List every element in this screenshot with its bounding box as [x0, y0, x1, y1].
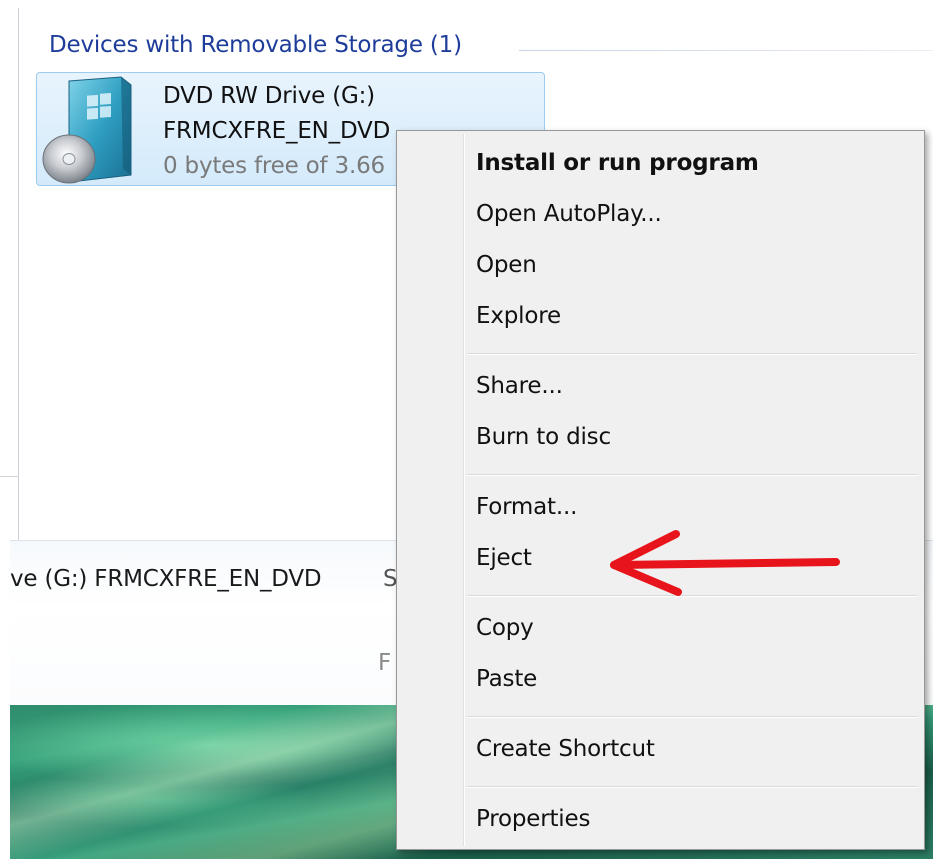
menu-separator — [467, 716, 917, 718]
menu-item-open[interactable]: Open — [476, 245, 906, 285]
menu-item-create-shortcut[interactable]: Create Shortcut — [476, 729, 906, 769]
screenshot-scene: Devices with Removable Storage (1) DVD R… — [0, 0, 933, 859]
menu-separator — [467, 353, 917, 355]
drive-free-space: 0 bytes free of 3.66 — [163, 153, 385, 179]
menu-item-burn-to-disc[interactable]: Burn to disc — [476, 417, 906, 457]
group-title[interactable]: Devices with Removable Storage (1) — [49, 32, 462, 58]
drive-name: DVD RW Drive (G:) — [163, 83, 375, 109]
menu-item-format[interactable]: Format... — [476, 487, 906, 527]
menu-item-explore[interactable]: Explore — [476, 296, 906, 336]
menu-separator — [467, 786, 917, 788]
menu-item-open-autoplay[interactable]: Open AutoPlay... — [476, 194, 906, 234]
menu-item-properties[interactable]: Properties — [476, 799, 906, 839]
details-field-label-2: F — [378, 650, 392, 676]
menu-icon-gutter — [463, 134, 465, 846]
menu-separator — [467, 474, 917, 476]
menu-item-share[interactable]: Share... — [476, 366, 906, 406]
red-arrow-icon — [610, 530, 840, 596]
context-menu: Install or run program Open AutoPlay... … — [396, 130, 925, 850]
menu-item-paste[interactable]: Paste — [476, 659, 906, 699]
menu-item-copy[interactable]: Copy — [476, 608, 906, 648]
menu-item-install-or-run-program[interactable]: Install or run program — [476, 143, 906, 183]
group-header[interactable]: Devices with Removable Storage (1) — [49, 30, 462, 60]
window-frame-rule — [0, 476, 18, 477]
dvd-drive-icon — [42, 76, 132, 184]
details-drive-title: ve (G:) FRMCXFRE_EN_DVD — [10, 566, 322, 592]
drive-volume-label: FRMCXFRE_EN_DVD — [163, 118, 391, 144]
group-divider-line — [519, 50, 933, 51]
